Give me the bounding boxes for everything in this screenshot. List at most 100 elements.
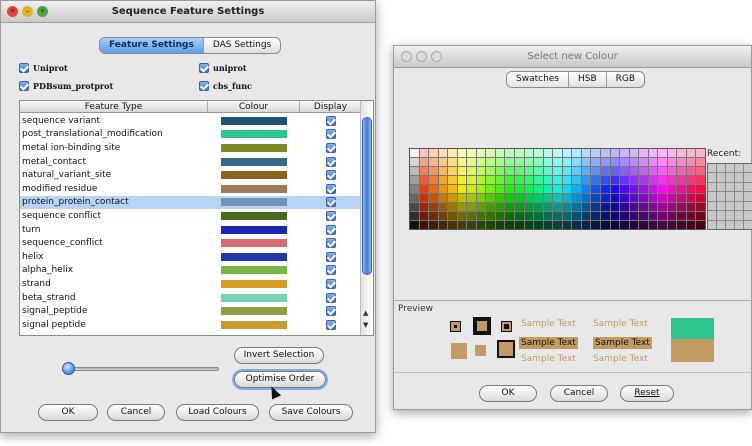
colour-swatch[interactable]	[677, 221, 686, 229]
table-row[interactable]: turn	[20, 223, 361, 237]
colour-swatch[interactable]	[486, 167, 495, 175]
colour-swatch[interactable]	[620, 212, 629, 220]
colour-swatch[interactable]	[639, 185, 648, 193]
colour-swatch[interactable]	[620, 185, 629, 193]
colour-swatch[interactable]	[600, 167, 610, 175]
scroll-up-icon[interactable]: ▲	[363, 309, 368, 317]
colour-swatch[interactable]	[495, 203, 505, 211]
recent-swatch[interactable]	[735, 192, 743, 201]
colour-swatch[interactable]	[419, 203, 429, 211]
colour-swatch[interactable]	[505, 203, 515, 211]
colour-swatch[interactable]	[686, 203, 696, 211]
recent-swatch[interactable]	[735, 201, 743, 211]
colour-swatch[interactable]	[419, 212, 429, 220]
colour-swatch[interactable]	[686, 221, 696, 229]
transparency-slider-knob[interactable]	[62, 362, 75, 375]
display-checkbox[interactable]	[325, 156, 336, 167]
colour-swatch[interactable]	[639, 221, 648, 229]
colour-swatch[interactable]	[600, 185, 610, 193]
colour-swatch[interactable]	[600, 203, 610, 211]
colour-swatch[interactable]	[221, 279, 287, 288]
recent-swatch[interactable]	[744, 173, 752, 182]
colour-swatch[interactable]	[534, 176, 543, 184]
colour-swatch[interactable]	[581, 212, 591, 220]
colour-swatch[interactable]	[524, 185, 534, 193]
display-checkbox[interactable]	[325, 251, 336, 262]
colour-swatch[interactable]	[629, 221, 639, 229]
display-checkbox[interactable]	[325, 278, 336, 289]
colour-swatch[interactable]	[419, 221, 429, 229]
display-cell[interactable]	[300, 115, 361, 126]
colour-swatch[interactable]	[221, 143, 287, 152]
colour-swatch[interactable]	[553, 176, 562, 184]
display-cell[interactable]	[300, 142, 361, 153]
colour-cell[interactable]	[208, 239, 300, 248]
table-row[interactable]: sequence variant	[20, 114, 361, 128]
colour-swatch[interactable]	[629, 176, 639, 184]
colour-swatch[interactable]	[686, 185, 696, 193]
colour-swatch[interactable]	[495, 158, 505, 166]
colour-swatch[interactable]	[534, 167, 543, 175]
title-bar[interactable]: Select new Colour	[394, 46, 751, 68]
colour-swatch[interactable]	[505, 149, 515, 157]
colour-swatch[interactable]	[495, 212, 505, 220]
colour-swatch[interactable]	[639, 194, 648, 202]
display-checkbox[interactable]	[325, 265, 336, 276]
recent-swatch[interactable]	[708, 173, 716, 182]
colour-swatch[interactable]	[221, 184, 287, 193]
colour-swatch[interactable]	[448, 149, 457, 157]
recent-swatch[interactable]	[735, 182, 743, 192]
colour-swatch[interactable]	[648, 212, 658, 220]
table-row[interactable]: natural_variant_site	[20, 168, 361, 182]
recent-swatch[interactable]	[744, 211, 752, 220]
colour-swatch[interactable]	[696, 167, 705, 175]
colour-swatch[interactable]	[543, 149, 553, 157]
colour-swatch[interactable]	[677, 176, 686, 184]
colour-swatch[interactable]	[667, 221, 677, 229]
colour-swatch[interactable]	[524, 203, 534, 211]
display-cell[interactable]	[300, 292, 361, 303]
colour-cell[interactable]	[208, 320, 300, 329]
source-uniprot-lower[interactable]: uniprot	[199, 63, 247, 73]
colour-swatch[interactable]	[562, 194, 572, 202]
colour-swatch[interactable]	[667, 203, 677, 211]
source-checkbox[interactable]	[199, 81, 209, 91]
colour-swatch[interactable]	[696, 221, 705, 229]
table-row[interactable]: signal peptide	[20, 318, 361, 332]
scrollbar-thumb[interactable]	[362, 117, 372, 275]
colour-swatch[interactable]	[543, 212, 553, 220]
colour-swatch[interactable]	[610, 203, 620, 211]
colour-swatch[interactable]	[495, 194, 505, 202]
colour-swatch[interactable]	[429, 194, 438, 202]
colour-swatch[interactable]	[221, 171, 287, 180]
colour-swatch[interactable]	[467, 221, 476, 229]
colour-swatch[interactable]	[686, 176, 696, 184]
colour-swatch[interactable]	[553, 167, 562, 175]
recent-swatch[interactable]	[726, 182, 734, 192]
colour-swatch[interactable]	[515, 167, 524, 175]
display-checkbox[interactable]	[325, 210, 336, 221]
table-row[interactable]: strand	[20, 277, 361, 291]
source-checkbox[interactable]	[199, 63, 209, 73]
colour-swatch[interactable]	[410, 185, 419, 193]
colour-swatch[interactable]	[438, 149, 448, 157]
colour-swatch[interactable]	[410, 212, 419, 220]
colour-swatch[interactable]	[600, 149, 610, 157]
colour-swatch[interactable]	[677, 194, 686, 202]
colour-swatch[interactable]	[658, 158, 667, 166]
display-checkbox[interactable]	[325, 115, 336, 126]
colour-cell[interactable]	[208, 307, 300, 316]
colour-swatch[interactable]	[448, 194, 457, 202]
colour-swatch[interactable]	[610, 167, 620, 175]
colour-swatch[interactable]	[610, 176, 620, 184]
display-checkbox[interactable]	[325, 319, 336, 330]
table-row[interactable]: signal_peptide	[20, 304, 361, 318]
colour-swatch[interactable]	[610, 221, 620, 229]
display-cell[interactable]	[300, 210, 361, 221]
colour-swatch[interactable]	[696, 149, 705, 157]
colour-swatch[interactable]	[448, 203, 457, 211]
colour-swatch[interactable]	[677, 167, 686, 175]
colour-swatch[interactable]	[221, 252, 287, 261]
colour-swatch[interactable]	[648, 203, 658, 211]
recent-swatch[interactable]	[726, 173, 734, 182]
